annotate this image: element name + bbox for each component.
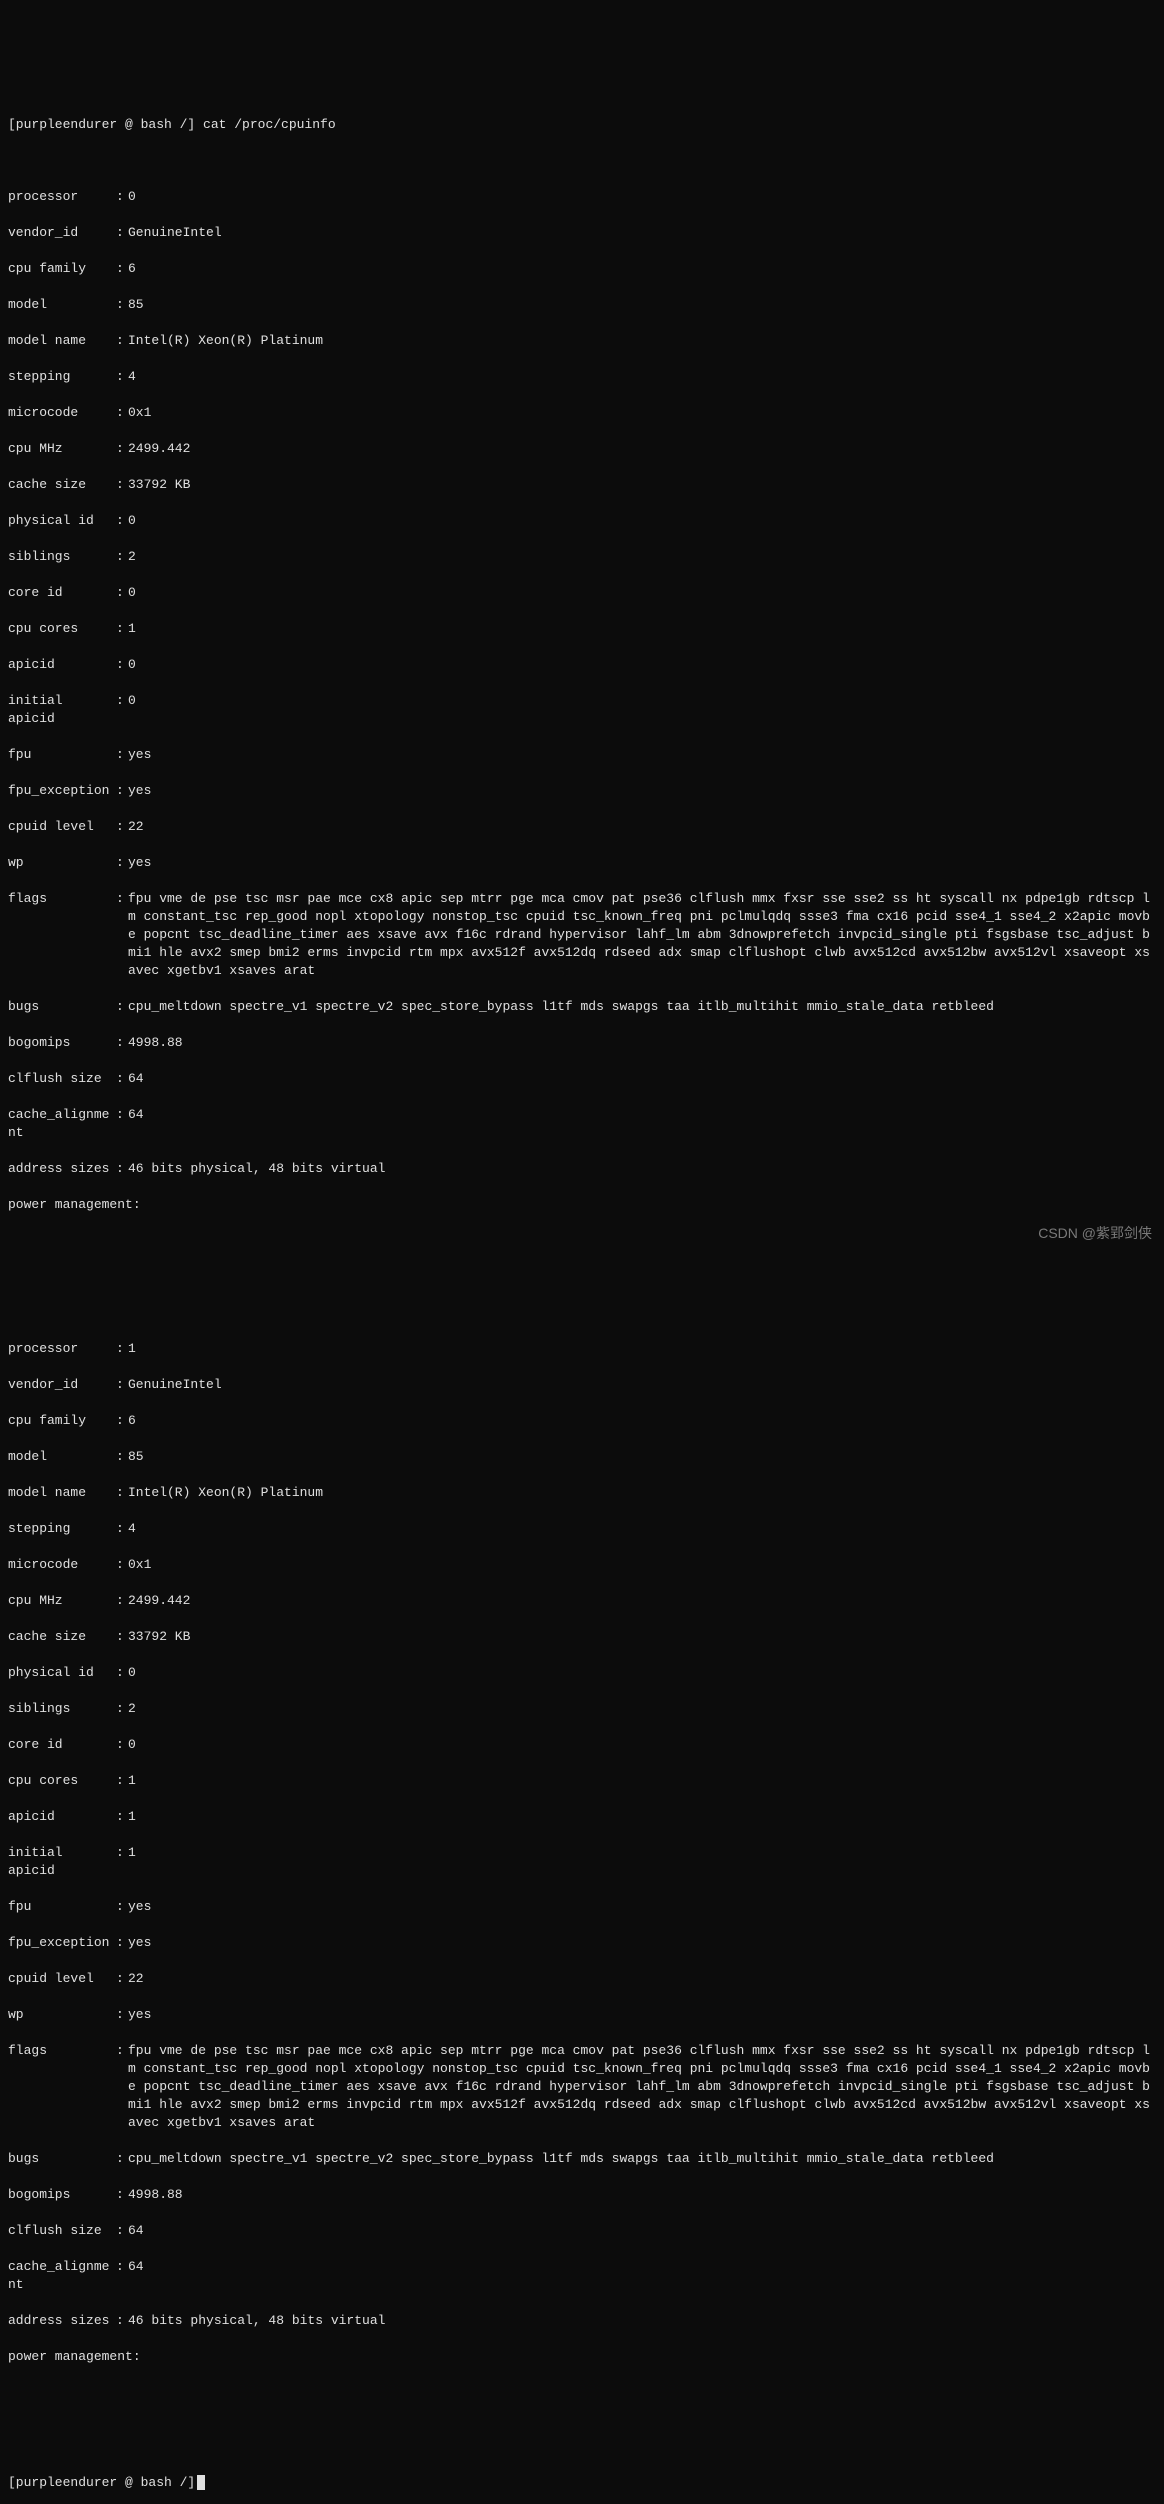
blank-line [8, 1268, 1156, 1286]
cpu1-address-sizes: address sizes:46 bits physical, 48 bits … [8, 2312, 1156, 2330]
terminal-output[interactable]: [purpleendurer @ bash /] cat /proc/cpuin… [8, 80, 1156, 2504]
cpu1-model-name: model name:Intel(R) Xeon(R) Platinum [8, 1484, 1156, 1502]
cpu0-apicid: apicid:0 [8, 656, 1156, 674]
cpu1-model: model:85 [8, 1448, 1156, 1466]
watermark-text: CSDN @紫郢剑侠 [1038, 1224, 1152, 1242]
cpu0-microcode: microcode:0x1 [8, 404, 1156, 422]
cpu1-vendor_id: vendor_id:GenuineIntel [8, 1376, 1156, 1394]
cpu0-physical-id: physical id:0 [8, 512, 1156, 530]
cpu1-clflush-size: clflush size:64 [8, 2222, 1156, 2240]
cpu0-siblings: siblings:2 [8, 548, 1156, 566]
cpu1-initial-apicid: initial apicid:1 [8, 1844, 1156, 1880]
cpu1-cache-alignment: cache_alignment:64 [8, 2258, 1156, 2294]
prompt-line[interactable]: [purpleendurer @ bash /] [8, 2474, 1156, 2492]
cpu0-initial-apicid: initial apicid:0 [8, 692, 1156, 728]
cpu0-fpu: fpu:yes [8, 746, 1156, 764]
cpu1-wp: wp:yes [8, 2006, 1156, 2024]
cpu1-cpuid-level: cpuid level:22 [8, 1970, 1156, 1988]
shell-prompt: [purpleendurer @ bash /] [8, 2475, 195, 2490]
cpu0-clflush-size: clflush size:64 [8, 1070, 1156, 1088]
blank-line [8, 2420, 1156, 2438]
cpu1-block: processor:1 vendor_id:GenuineIntel cpu f… [8, 1322, 1156, 2384]
cpu0-cache-size: cache size:33792 KB [8, 476, 1156, 494]
cpu1-fpu-exception: fpu_exception:yes [8, 1934, 1156, 1952]
cpu1-cpu-family: cpu family:6 [8, 1412, 1156, 1430]
cpu1-bugs: bugs:cpu_meltdown spectre_v1 spectre_v2 … [8, 2150, 1156, 2168]
cpu0-cpu-family: cpu family:6 [8, 260, 1156, 278]
cpu1-cache-size: cache size:33792 KB [8, 1628, 1156, 1646]
cpu0-address-sizes: address sizes:46 bits physical, 48 bits … [8, 1160, 1156, 1178]
cpu0-stepping: stepping:4 [8, 368, 1156, 386]
cpu0-processor: processor:0 [8, 188, 1156, 206]
cpu1-cpu-cores: cpu cores:1 [8, 1772, 1156, 1790]
cpu1-fpu: fpu:yes [8, 1898, 1156, 1916]
cpu0-cache-alignment: cache_alignment:64 [8, 1106, 1156, 1142]
cpu1-flags: flags:fpu vme de pse tsc msr pae mce cx8… [8, 2042, 1156, 2132]
cpu1-siblings: siblings:2 [8, 1700, 1156, 1718]
cpu0-wp: wp:yes [8, 854, 1156, 872]
cpu0-block: processor:0 vendor_id:GenuineIntel cpu f… [8, 170, 1156, 1232]
shell-prompt-command: [purpleendurer @ bash /] cat /proc/cpuin… [8, 117, 336, 132]
cpu1-power-management: power management: [8, 2348, 1156, 2366]
cpu1-physical-id: physical id:0 [8, 1664, 1156, 1682]
cpu1-cpu-mhz: cpu MHz:2499.442 [8, 1592, 1156, 1610]
cpu0-vendor_id: vendor_id:GenuineIntel [8, 224, 1156, 242]
cpu0-cpu-cores: cpu cores:1 [8, 620, 1156, 638]
cpu1-bogomips: bogomips:4998.88 [8, 2186, 1156, 2204]
cpu1-processor: processor:1 [8, 1340, 1156, 1358]
cpu1-stepping: stepping:4 [8, 1520, 1156, 1538]
cpu1-core-id: core id:0 [8, 1736, 1156, 1754]
cpu0-bogomips: bogomips:4998.88 [8, 1034, 1156, 1052]
cpu0-model: model:85 [8, 296, 1156, 314]
cpu0-model-name: model name:Intel(R) Xeon(R) Platinum [8, 332, 1156, 350]
cpu0-cpu-mhz: cpu MHz:2499.442 [8, 440, 1156, 458]
prompt-line: [purpleendurer @ bash /] cat /proc/cpuin… [8, 116, 1156, 134]
cpu0-cpuid-level: cpuid level:22 [8, 818, 1156, 836]
cpu0-power-management: power management: [8, 1196, 1156, 1214]
cpu0-flags: flags:fpu vme de pse tsc msr pae mce cx8… [8, 890, 1156, 980]
cursor-icon [197, 2475, 205, 2490]
cpu0-fpu-exception: fpu_exception:yes [8, 782, 1156, 800]
cpu1-microcode: microcode:0x1 [8, 1556, 1156, 1574]
cpu1-apicid: apicid:1 [8, 1808, 1156, 1826]
cpu0-bugs: bugs:cpu_meltdown spectre_v1 spectre_v2 … [8, 998, 1156, 1016]
cpu0-core-id: core id:0 [8, 584, 1156, 602]
